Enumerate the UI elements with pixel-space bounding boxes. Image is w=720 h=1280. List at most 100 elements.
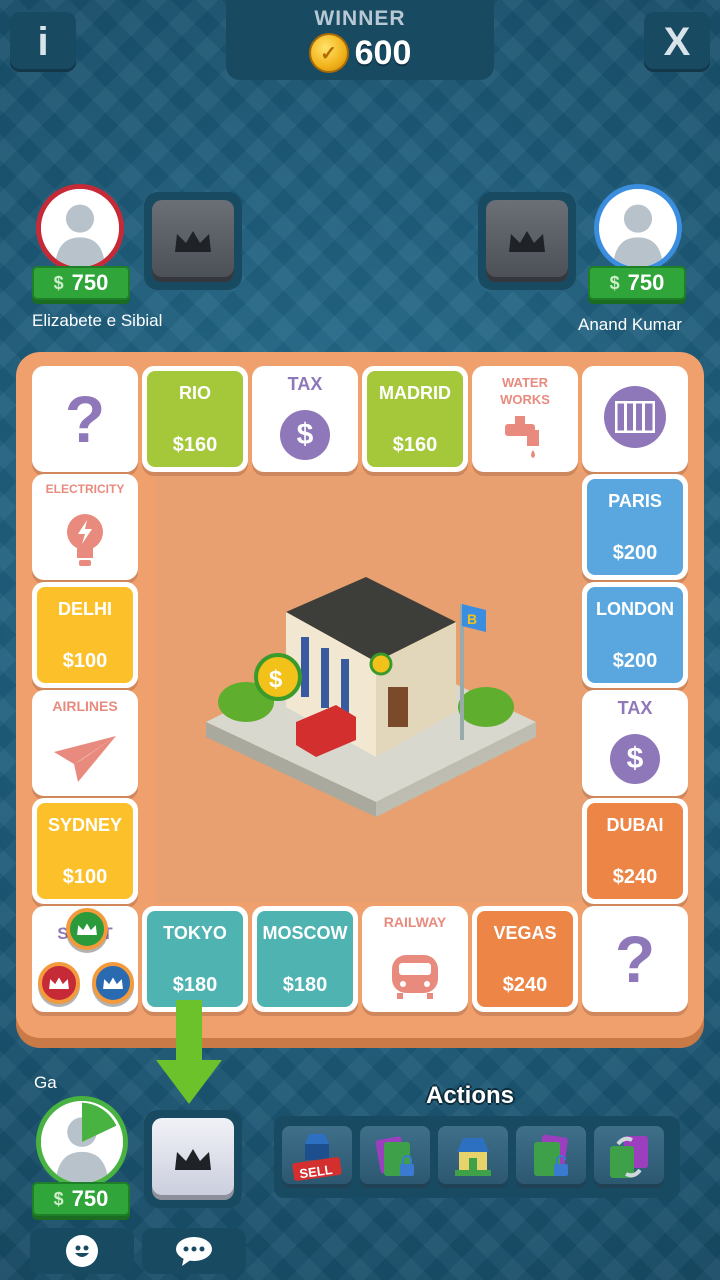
tile-dubai[interactable]: DUBAI $240 xyxy=(582,798,688,904)
player-cash-current: $750 xyxy=(32,1182,130,1216)
sell-label: SELL xyxy=(298,1162,333,1181)
avatar-silhouette-icon xyxy=(41,189,119,267)
mortgage-card-icon xyxy=(375,1136,414,1176)
tile-water-works[interactable]: WATER WORKS xyxy=(472,366,578,472)
dollar-icon: $ xyxy=(53,1188,64,1209)
tile-tax-right[interactable]: TAX $ xyxy=(582,690,688,796)
tile-chance-top[interactable]: ? xyxy=(32,366,138,472)
game-board: B $ ? RIO $160 TAX $ MADRID $160 WATER W… xyxy=(16,352,704,1038)
player-name-top-left: Elizabete e Sibial xyxy=(32,311,163,330)
tile-vegas[interactable]: VEGAS $240 xyxy=(472,906,578,1012)
player-crown-box-top-left xyxy=(144,192,242,290)
tile-airlines[interactable]: AIRLINES xyxy=(32,690,138,796)
actions-bar: SELL xyxy=(274,1116,680,1198)
trade-button[interactable] xyxy=(594,1126,664,1188)
coin-icon: ✓ xyxy=(308,33,349,73)
player-token-red xyxy=(38,962,80,1004)
crown-icon xyxy=(175,1149,211,1170)
train-icon xyxy=(392,955,438,999)
tile-name: LONDON xyxy=(596,599,674,619)
tile-paris[interactable]: PARIS $200 xyxy=(582,474,688,580)
flag-letter: B xyxy=(467,611,477,627)
tile-price: $240 xyxy=(502,974,548,996)
tile-name: DUBAI xyxy=(606,815,664,835)
tile-price: $160 xyxy=(392,434,438,456)
tile-name: MOSCOW xyxy=(262,923,348,943)
build-button[interactable] xyxy=(438,1126,508,1188)
cash-amount: 750 xyxy=(627,270,665,295)
tile-name: RAILWAY xyxy=(383,914,447,930)
tile-moscow[interactable]: MOSCOW $180 xyxy=(252,906,358,1012)
tile-price: $200 xyxy=(612,542,658,564)
tile-tokyo[interactable]: TOKYO $180 xyxy=(142,906,248,1012)
info-icon: i xyxy=(37,19,49,64)
winner-label: WINNER xyxy=(314,7,406,30)
close-icon: X xyxy=(663,19,691,64)
tile-name: SYDNEY xyxy=(47,815,123,835)
unmortgage-button[interactable] xyxy=(516,1126,586,1188)
tile-london[interactable]: LONDON $200 xyxy=(582,582,688,688)
cash-amount: 750 xyxy=(71,1186,109,1211)
tile-railway[interactable]: RAILWAY xyxy=(362,906,468,1012)
tile-name: TAX xyxy=(287,374,323,394)
smiley-icon xyxy=(66,1235,98,1267)
sell-button[interactable]: SELL xyxy=(282,1126,352,1188)
chat-icon xyxy=(176,1237,212,1266)
player-crown-box-top-right xyxy=(478,192,576,290)
mortgage-button[interactable] xyxy=(360,1126,430,1188)
dollar-icon: $ xyxy=(610,734,660,784)
tile-name: AIRLINES xyxy=(52,698,118,714)
tile-chance-bottom[interactable]: ? xyxy=(582,906,688,1012)
cash-amount: 750 xyxy=(71,270,109,295)
tile-price: $160 xyxy=(172,434,218,456)
close-button[interactable]: X xyxy=(644,12,710,72)
jail-icon xyxy=(615,401,655,433)
winner-amount: 600 xyxy=(354,33,412,72)
dollar-icon: $ xyxy=(53,272,64,293)
emoji-button[interactable] xyxy=(30,1228,134,1274)
tile-name: ELECTRICITY xyxy=(45,482,125,496)
dollar-icon: $ xyxy=(280,410,330,460)
player-avatar-current[interactable] xyxy=(36,1096,128,1188)
avatar-silhouette-icon xyxy=(41,1101,123,1183)
actions-title: Actions xyxy=(426,1082,515,1109)
question-icon: ? xyxy=(614,922,656,996)
tile-rio[interactable]: RIO $160 xyxy=(142,366,248,472)
chat-button[interactable] xyxy=(142,1228,246,1274)
build-house-icon xyxy=(455,1138,491,1176)
tile-jail[interactable] xyxy=(582,366,688,472)
tile-electricity[interactable]: ELECTRICITY xyxy=(32,474,138,580)
lightbulb-icon xyxy=(67,514,103,566)
tile-name: TAX xyxy=(617,698,653,718)
tile-name: TOKYO xyxy=(163,923,227,943)
turn-arrow-icon xyxy=(156,1000,222,1104)
unmortgage-card-icon xyxy=(534,1134,568,1176)
tile-price: $180 xyxy=(282,974,328,996)
winner-panel: WINNER ✓ 600 xyxy=(226,0,494,80)
sell-house-icon: SELL xyxy=(292,1134,342,1181)
question-icon: ? xyxy=(64,382,106,456)
tile-tax-top[interactable]: TAX $ xyxy=(252,366,358,472)
player-avatar-top-left[interactable] xyxy=(36,184,124,272)
player-name-current: Ga xyxy=(34,1073,57,1092)
info-button[interactable]: i xyxy=(10,12,76,72)
player-cash-top-right: $750 xyxy=(588,266,686,300)
bank-building-icon: B $ xyxy=(206,577,536,817)
crown-icon xyxy=(49,977,69,990)
player-token-blue xyxy=(92,962,134,1004)
dollar-icon: $ xyxy=(609,272,620,293)
player-crown-box-current[interactable] xyxy=(144,1110,242,1208)
tile-delhi[interactable]: DELHI $100 xyxy=(32,582,138,688)
tile-price: $100 xyxy=(62,650,108,672)
player-avatar-top-right[interactable] xyxy=(594,184,682,272)
tile-name: VEGAS xyxy=(493,923,557,943)
crown-icon xyxy=(103,977,123,990)
player-cash-top-left: $750 xyxy=(32,266,130,300)
trade-cards-icon xyxy=(610,1136,648,1178)
tile-sydney[interactable]: SYDNEY $100 xyxy=(32,798,138,904)
tile-name: MADRID xyxy=(379,383,451,403)
player-token-green xyxy=(66,908,108,950)
board-center: B $ xyxy=(156,472,596,902)
crown-icon xyxy=(509,231,545,252)
tile-madrid[interactable]: MADRID $160 xyxy=(362,366,468,472)
